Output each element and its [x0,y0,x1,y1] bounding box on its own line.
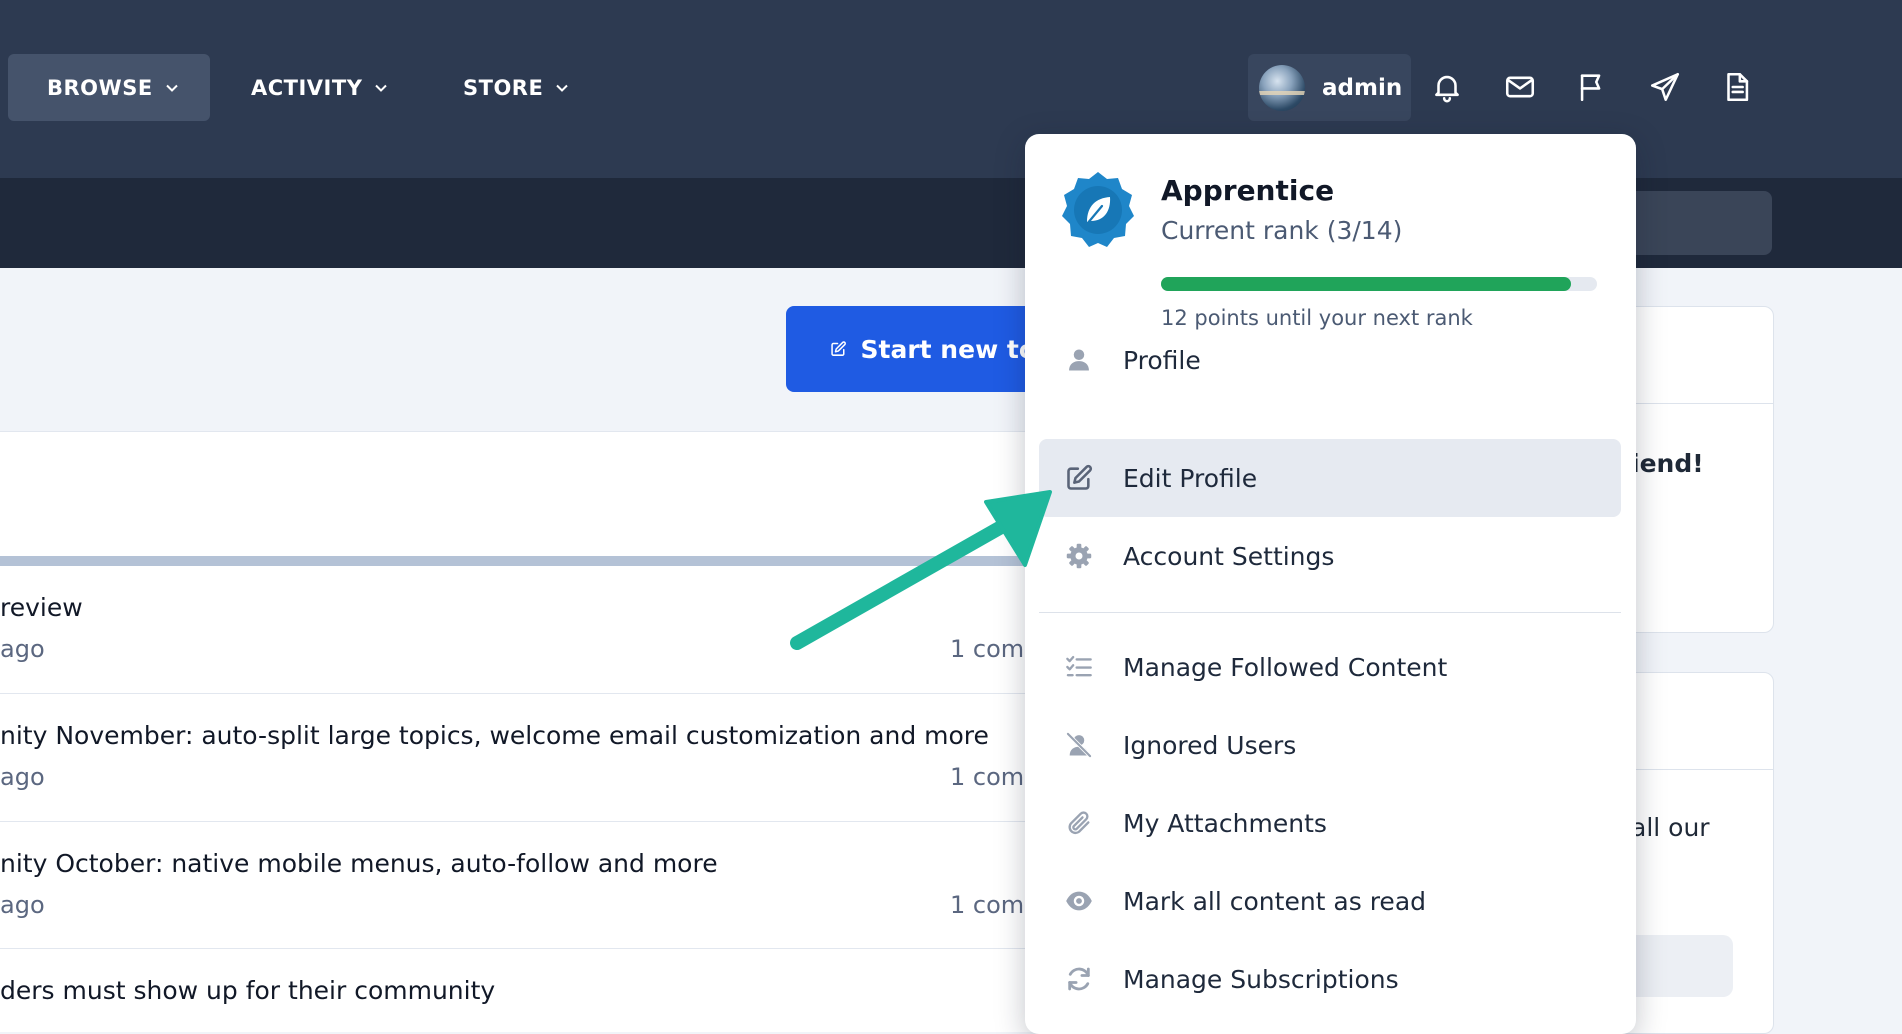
avatar [1259,64,1305,111]
gear-icon [1066,543,1092,569]
menu-item-my-attachments[interactable]: My Attachments [1039,784,1621,862]
menu-item-label: Edit Profile [1123,463,1258,493]
rank-title: Apprentice [1161,174,1335,207]
edit-icon [1067,464,1093,490]
menu-item-edit-profile[interactable]: Edit Profile [1039,439,1621,517]
start-new-topic-label: Start new to [860,334,1037,364]
menu-item-label: Mark all content as read [1123,886,1427,916]
menu-item-label: My Attachments [1123,808,1327,838]
nav-browse-label: BROWSE [47,75,153,100]
topic-title[interactable]: nity October: native mobile menus, auto-… [0,849,718,878]
topic-title[interactable]: ders must show up for their community [0,976,495,1005]
menu-item-label: Manage Followed Content [1123,652,1448,682]
sidebar-card-text: iend! [1631,449,1704,478]
topic-title[interactable]: review [0,593,83,622]
menu-item-ignored-users[interactable]: Ignored Users [1039,706,1621,784]
menu-item-profile[interactable]: Profile [1039,321,1621,399]
nav-store[interactable]: STORE [463,54,569,121]
rank-subtitle: Current rank (3/14) [1161,216,1403,245]
flag-icon[interactable] [1575,70,1609,104]
bell-icon[interactable] [1430,70,1464,104]
menu-item-label: Manage Subscriptions [1123,964,1399,994]
annotation-arrow-icon [790,490,1052,650]
nav-activity-label: ACTIVITY [251,75,363,100]
row-divider [0,948,1060,949]
user-slash-icon [1066,732,1092,758]
checklist-icon [1066,655,1092,677]
refresh-icon [1068,967,1090,991]
document-icon[interactable] [1720,70,1754,104]
topic-title[interactable]: nity November: auto-split large topics, … [0,721,989,750]
menu-item-label: Ignored Users [1123,730,1297,760]
nav-browse[interactable]: BROWSE [8,54,210,121]
menu-item-followed-content[interactable]: Manage Followed Content [1039,628,1621,706]
user-name: admin [1322,74,1403,101]
eye-icon [1066,891,1092,911]
menu-item-label: Account Settings [1123,541,1335,571]
chevron-down-icon [375,84,388,92]
rank-progress-bar [1161,277,1597,291]
rank-progress-fill [1161,277,1571,291]
menu-divider [1039,612,1621,613]
row-divider [0,821,1060,822]
user-menu-button[interactable]: admin [1248,54,1411,121]
user-icon [1069,349,1089,371]
topic-meta: ago [0,635,45,663]
envelope-icon[interactable] [1503,70,1537,104]
row-divider [0,693,1060,694]
rank-badge-icon [1062,172,1134,247]
menu-item-label: Profile [1123,345,1201,375]
paperclip-icon [1068,811,1090,835]
menu-item-account-settings[interactable]: Account Settings [1039,517,1621,595]
menu-item-mark-read[interactable]: Mark all content as read [1039,862,1621,940]
paper-plane-icon[interactable] [1648,70,1682,104]
nav-store-label: STORE [463,75,544,100]
menu-item-manage-subscriptions[interactable]: Manage Subscriptions [1039,940,1621,1018]
topic-meta: ago [0,763,45,791]
nav-activity[interactable]: ACTIVITY [251,54,388,121]
edit-icon [831,341,846,356]
chevron-down-icon [165,84,178,92]
sidebar-card-text: all our [1631,813,1710,842]
topic-meta: ago [0,891,45,919]
chevron-down-icon [556,84,569,92]
user-dropdown-menu: Apprentice Current rank (3/14) 12 points… [1025,134,1636,1034]
start-new-topic-button[interactable]: Start new to [786,306,1036,392]
